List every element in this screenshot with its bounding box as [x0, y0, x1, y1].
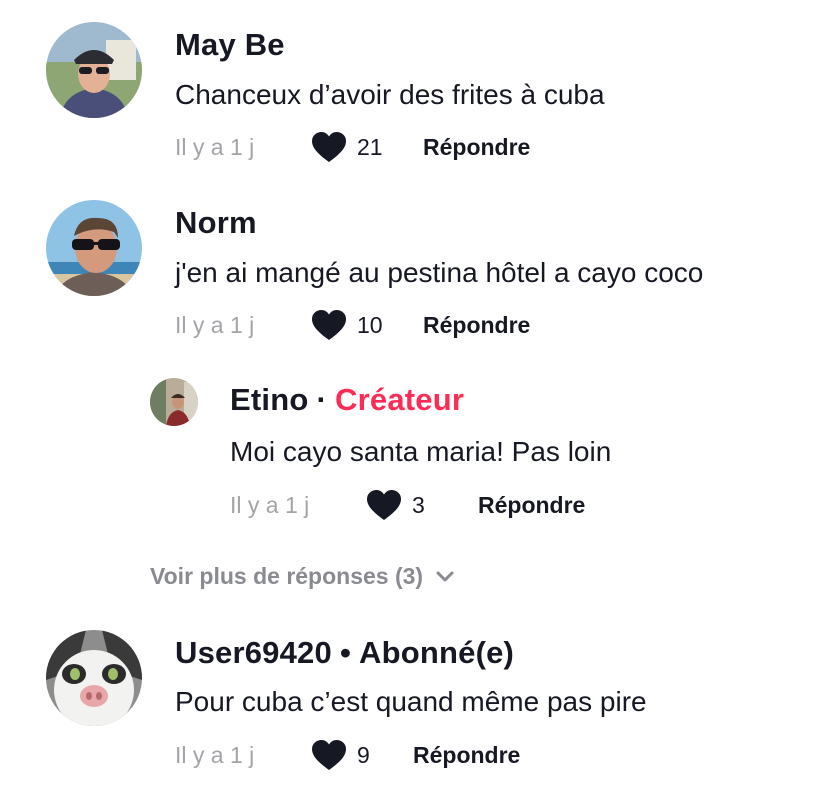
comment-username[interactable]: May Be [175, 27, 285, 63]
like-button[interactable]: 9 [311, 739, 413, 771]
view-more-label: Voir plus de réponses (3) [150, 563, 424, 589]
like-count: 10 [357, 311, 383, 338]
comment-text: Chanceux d’avoir des frites à cuba [175, 79, 605, 110]
heart-icon [367, 490, 401, 520]
comment-time: Il y a 1 j [175, 741, 255, 768]
comment-thread: May Be Chanceux d’avoir des frites à cub… [0, 0, 834, 802]
heart-icon [312, 740, 346, 770]
like-button[interactable]: 3 [366, 489, 478, 521]
comment-username-row: User69420 • Abonné(e) [175, 635, 514, 671]
name-separator: • [339, 635, 351, 670]
reply-button[interactable]: Répondre [413, 742, 520, 769]
like-button[interactable]: 21 [311, 131, 423, 163]
reply-username-row: Etino · Créateur [230, 382, 464, 418]
follower-badge: Abonné(e) [359, 635, 515, 670]
reply-username[interactable]: Etino [230, 382, 309, 417]
avatar[interactable] [150, 378, 198, 426]
like-count: 3 [412, 491, 425, 518]
creator-badge: Créateur [335, 382, 465, 417]
like-count: 9 [357, 741, 370, 768]
like-button[interactable]: 10 [311, 309, 423, 341]
reply-meta: Il y a 1 j 3 Répondre [230, 488, 585, 522]
reply-button[interactable]: Répondre [423, 312, 530, 339]
reply-button[interactable]: Répondre [478, 492, 585, 519]
comment-text: Pour cuba c’est quand même pas pire [175, 686, 647, 717]
comment-username[interactable]: User69420 [175, 635, 332, 670]
comment-meta: Il y a 1 j 10 Répondre [175, 308, 530, 342]
comment-username[interactable]: Norm [175, 205, 257, 241]
reply-text: Moi cayo santa maria! Pas loin [230, 436, 612, 467]
avatar[interactable] [46, 22, 142, 118]
comment-time: Il y a 1 j [175, 311, 255, 338]
avatar[interactable] [46, 200, 142, 296]
name-separator: · [316, 382, 328, 417]
comment-time: Il y a 1 j [175, 133, 255, 160]
reply-button[interactable]: Répondre [423, 134, 530, 161]
like-count: 21 [357, 133, 383, 160]
reply-time: Il y a 1 j [230, 491, 310, 518]
heart-icon [312, 310, 346, 340]
comment-text: j'en ai mangé au pestina hôtel a cayo co… [175, 257, 704, 288]
heart-icon [312, 132, 346, 162]
view-more-replies-button[interactable]: Voir plus de réponses (3) [150, 563, 455, 590]
chevron-down-icon [436, 571, 454, 581]
comment-meta: Il y a 1 j 9 Répondre [175, 738, 520, 772]
comment-meta: Il y a 1 j 21 Répondre [175, 130, 530, 164]
avatar[interactable] [46, 630, 142, 726]
